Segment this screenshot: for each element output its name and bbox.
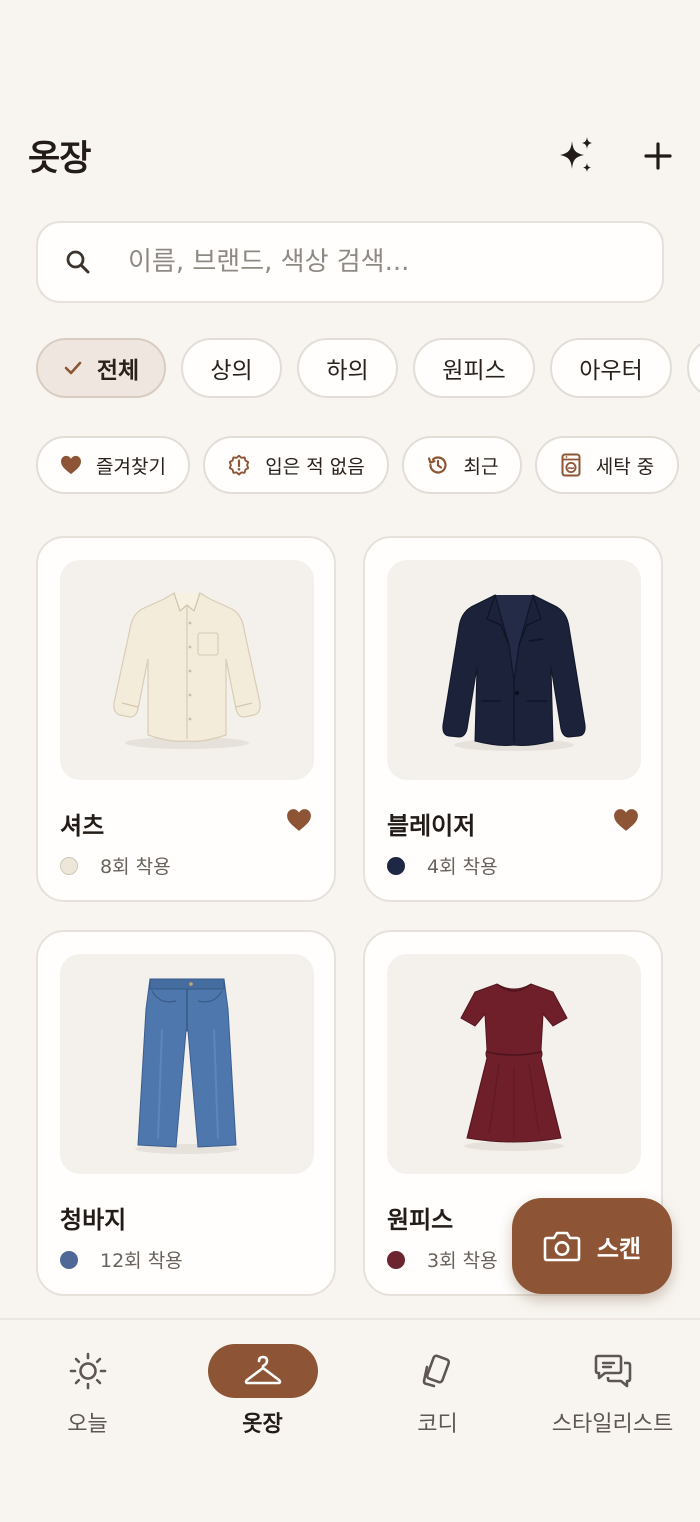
- color-dot: [60, 1250, 78, 1269]
- page-title: 옷장: [28, 139, 91, 179]
- history-icon: [426, 453, 450, 477]
- item-meta: 4회 착용: [387, 852, 498, 879]
- category-chip-bottoms[interactable]: 하의: [297, 338, 398, 398]
- nav-item-stylist[interactable]: 스타일리스트: [525, 1344, 700, 1444]
- sun-icon: [33, 1344, 143, 1398]
- item-name: 원피스: [387, 1206, 454, 1234]
- scan-label: 스캔: [596, 1234, 642, 1263]
- nav-item-wardrobe[interactable]: 옷장: [175, 1344, 350, 1444]
- filter-label: 세탁 중: [595, 455, 655, 478]
- nav-item-outfits[interactable]: 코디: [350, 1344, 525, 1444]
- filter-label: 즐겨찾기: [96, 455, 166, 478]
- filter-chip-laundry[interactable]: 세탁 중: [535, 436, 679, 494]
- category-chips: 전체 상의 하의 원피스 아우터: [36, 338, 700, 398]
- wear-count: 3회 착용: [427, 1250, 498, 1272]
- dress-image: [460, 983, 568, 1151]
- wardrobe-screen: 옷장 전체: [0, 0, 700, 1522]
- clothing-card-blazer[interactable]: 블레이저 4회 착용: [363, 536, 663, 902]
- wear-count: 4회 착용: [427, 856, 498, 878]
- color-dot: [387, 856, 405, 875]
- item-photo: [60, 954, 314, 1174]
- item-name: 블레이저: [387, 812, 476, 840]
- washing-machine-icon: [560, 453, 582, 477]
- nav-label: 오늘: [67, 1412, 108, 1437]
- sparkles-icon: [560, 137, 592, 172]
- item-photo: [387, 560, 641, 780]
- search-icon: [64, 248, 92, 276]
- nav-label: 코디: [417, 1412, 458, 1437]
- wear-count: 12회 착용: [100, 1250, 183, 1272]
- category-chip-all[interactable]: 전체: [36, 338, 166, 398]
- category-label: 원피스: [442, 358, 506, 384]
- nav-item-today[interactable]: 오늘: [0, 1344, 175, 1444]
- ai-sparkle-button[interactable]: [550, 130, 602, 182]
- category-label: 하의: [326, 358, 369, 384]
- add-item-button[interactable]: [632, 130, 684, 182]
- item-photo: [60, 560, 314, 780]
- category-label: 아우터: [579, 358, 643, 384]
- filter-chip-never-worn[interactable]: 입은 적 없음: [203, 436, 389, 494]
- nav-label: 스타일리스트: [551, 1412, 674, 1437]
- item-meta: 8회 착용: [60, 852, 171, 879]
- wear-count: 8회 착용: [100, 856, 171, 878]
- color-dot: [387, 1250, 405, 1269]
- hanger-icon: [207, 1344, 318, 1398]
- category-label: 전체: [96, 358, 140, 384]
- filter-chips: 즐겨찾기 입은 적 없음 최근 세탁 중: [36, 436, 700, 494]
- category-chip-tops[interactable]: 상의: [181, 338, 282, 398]
- shirt-image: [113, 592, 261, 749]
- item-name: 셔츠: [60, 812, 105, 840]
- filter-label: 입은 적 없음: [265, 455, 365, 478]
- alert-badge-icon: [227, 453, 251, 477]
- item-meta: 3회 착용: [387, 1246, 498, 1273]
- item-name: 청바지: [60, 1206, 127, 1234]
- camera-icon: [543, 1229, 581, 1263]
- search-input[interactable]: [126, 246, 610, 278]
- search-bar[interactable]: [36, 221, 664, 303]
- chat-bubbles-icon: [558, 1344, 668, 1398]
- filter-chip-favorites[interactable]: 즐겨찾기: [36, 436, 190, 494]
- clothing-card-shirt[interactable]: 셔츠 8회 착용: [36, 536, 336, 902]
- plus-icon: [644, 142, 672, 170]
- clothing-card-jeans[interactable]: 청바지 12회 착용: [36, 930, 336, 1296]
- cards-icon: [383, 1344, 493, 1398]
- favorite-heart-icon[interactable]: [613, 808, 639, 832]
- nav-label: 옷장: [242, 1412, 283, 1437]
- jeans-image: [135, 978, 239, 1154]
- heart-icon: [60, 455, 82, 475]
- category-chip-more[interactable]: [687, 338, 700, 398]
- category-chip-dresses[interactable]: 원피스: [413, 338, 535, 398]
- blazer-image: [442, 594, 586, 751]
- favorite-heart-icon[interactable]: [286, 808, 312, 832]
- category-chip-outerwear[interactable]: 아우터: [550, 338, 672, 398]
- category-label: 상의: [210, 358, 253, 384]
- bottom-navigation: 오늘 옷장 코디 스타일리스트: [0, 1320, 700, 1522]
- check-icon: [63, 360, 83, 376]
- color-dot: [60, 856, 78, 875]
- filter-chip-recent[interactable]: 최근: [402, 436, 522, 494]
- item-photo: [387, 954, 641, 1174]
- item-meta: 12회 착용: [60, 1246, 183, 1273]
- scan-button[interactable]: 스캔: [512, 1198, 672, 1294]
- filter-label: 최근: [463, 455, 499, 478]
